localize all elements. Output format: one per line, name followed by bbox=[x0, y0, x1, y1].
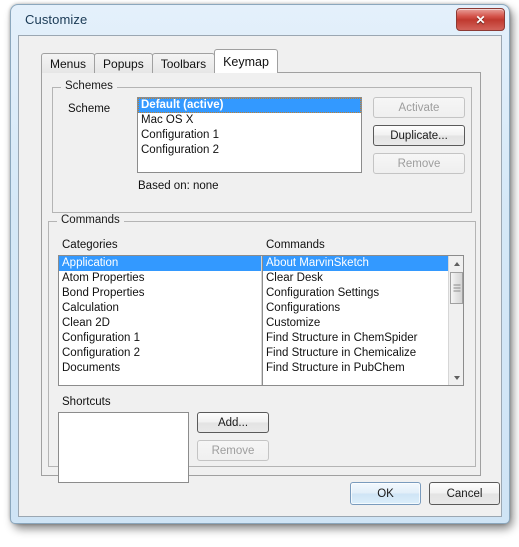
scheme-list-item[interactable]: Mac OS X bbox=[138, 113, 361, 128]
tab-keymap-label: Keymap bbox=[223, 54, 269, 69]
close-button[interactable]: ✕ bbox=[456, 8, 505, 31]
category-list-item[interactable]: Bond Properties bbox=[59, 286, 261, 301]
category-list-item[interactable]: Application bbox=[59, 256, 261, 271]
activate-button[interactable]: Activate bbox=[373, 97, 465, 118]
duplicate-button[interactable]: Duplicate... bbox=[373, 125, 465, 146]
tab-toolbars[interactable]: Toolbars bbox=[151, 53, 216, 73]
remove-scheme-button-label: Remove bbox=[397, 157, 441, 170]
command-list-item[interactable]: Configurations bbox=[263, 301, 448, 316]
tab-keymap[interactable]: Keymap bbox=[214, 49, 278, 73]
scroll-down-icon[interactable] bbox=[449, 370, 463, 385]
category-list-item[interactable]: Configuration 2 bbox=[59, 346, 261, 361]
category-list-item[interactable]: Atom Properties bbox=[59, 271, 261, 286]
command-list-item[interactable]: Find Structure in Chemicalize bbox=[263, 346, 448, 361]
scheme-list-item[interactable]: Configuration 1 bbox=[138, 128, 361, 143]
scrollbar-grip-icon bbox=[453, 284, 460, 292]
category-list-item[interactable]: Configuration 1 bbox=[59, 331, 261, 346]
keymap-tab-panel: Schemes Scheme Default (active) Mac OS X… bbox=[41, 72, 481, 483]
ok-button-label: OK bbox=[377, 487, 394, 500]
ok-button[interactable]: OK bbox=[350, 482, 421, 505]
cancel-button-label: Cancel bbox=[446, 487, 483, 500]
scheme-list-item[interactable]: Default (active) bbox=[138, 98, 361, 113]
category-list-item[interactable]: Documents bbox=[59, 361, 261, 376]
command-list-item[interactable]: Clear Desk bbox=[263, 271, 448, 286]
dialog-client-area: Menus Popups Toolbars Keymap Schemes Sch… bbox=[18, 35, 502, 517]
commands-listbox[interactable]: About MarvinSketch Clear Desk Configurat… bbox=[262, 255, 464, 386]
shortcuts-label: Shortcuts bbox=[62, 396, 111, 408]
remove-scheme-button[interactable]: Remove bbox=[373, 153, 465, 174]
scheme-list-items: Default (active) Mac OS X Configuration … bbox=[138, 98, 361, 158]
command-list-item[interactable]: Customize bbox=[263, 316, 448, 331]
commands-group-label: Commands bbox=[57, 214, 124, 226]
tab-strip: Menus Popups Toolbars Keymap bbox=[41, 49, 278, 73]
categories-listbox[interactable]: Application Atom Properties Bond Propert… bbox=[58, 255, 277, 386]
tab-toolbars-label: Toolbars bbox=[160, 56, 207, 71]
command-list-item[interactable]: About MarvinSketch bbox=[263, 256, 448, 271]
close-icon: ✕ bbox=[475, 12, 486, 27]
window-title: Customize bbox=[25, 12, 88, 27]
tab-popups-label: Popups bbox=[103, 56, 144, 71]
categories-label: Categories bbox=[62, 239, 118, 251]
duplicate-button-label: Duplicate... bbox=[390, 129, 448, 142]
activate-button-label: Activate bbox=[398, 101, 440, 114]
scroll-up-icon[interactable] bbox=[449, 256, 463, 271]
remove-shortcut-button-label: Remove bbox=[211, 444, 255, 457]
customize-dialog-window: Customize ✕ Menus Popups Toolbars Keymap bbox=[10, 4, 510, 524]
category-list-item[interactable]: Clean 2D bbox=[59, 316, 261, 331]
tab-menus-label: Menus bbox=[50, 56, 87, 71]
cancel-button[interactable]: Cancel bbox=[429, 482, 500, 505]
add-shortcut-button[interactable]: Add... bbox=[197, 412, 269, 433]
remove-shortcut-button[interactable]: Remove bbox=[197, 440, 269, 461]
commands-list-label: Commands bbox=[266, 239, 325, 251]
command-list-item[interactable]: Configuration Settings bbox=[263, 286, 448, 301]
schemes-group-label: Schemes bbox=[61, 80, 117, 92]
category-list-item[interactable]: Calculation bbox=[59, 301, 261, 316]
tab-popups[interactable]: Popups bbox=[94, 53, 153, 73]
tab-menus[interactable]: Menus bbox=[41, 53, 96, 73]
title-bar[interactable]: Customize ✕ bbox=[11, 5, 509, 37]
based-on-label: Based on: none bbox=[138, 180, 219, 192]
scheme-listbox[interactable]: Default (active) Mac OS X Configuration … bbox=[137, 97, 362, 173]
commands-scrollbar[interactable] bbox=[448, 256, 463, 385]
add-shortcut-button-label: Add... bbox=[217, 416, 249, 429]
command-list-item[interactable]: Find Structure in PubChem bbox=[263, 361, 448, 376]
scheme-list-item[interactable]: Configuration 2 bbox=[138, 143, 361, 158]
shortcuts-listbox[interactable] bbox=[58, 412, 189, 483]
scheme-field-label: Scheme bbox=[68, 103, 111, 115]
command-list-item[interactable]: Find Structure in ChemSpider bbox=[263, 331, 448, 346]
categories-list-items: Application Atom Properties Bond Propert… bbox=[59, 256, 261, 376]
commands-scrollbar-thumb[interactable] bbox=[450, 272, 463, 304]
commands-list-items: About MarvinSketch Clear Desk Configurat… bbox=[263, 256, 448, 376]
